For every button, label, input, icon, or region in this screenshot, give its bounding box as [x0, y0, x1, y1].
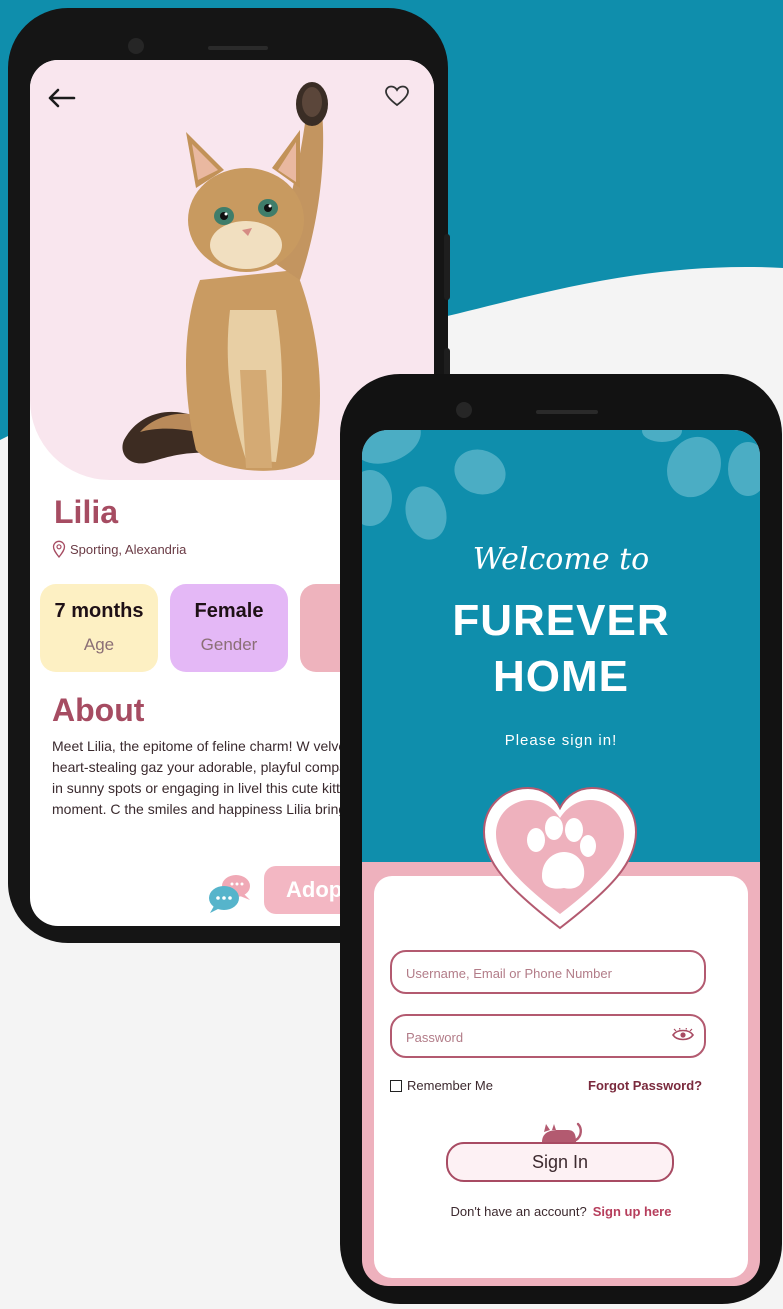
- about-heading: About: [52, 692, 145, 728]
- cat-icon: [542, 1122, 582, 1142]
- front-camera: [128, 38, 144, 54]
- speaker-grille: [536, 410, 598, 414]
- signin-screen: Welcome to FUREVER HOME Please sign in!: [362, 430, 760, 1286]
- brand-title-line2: HOME: [493, 652, 629, 701]
- front-camera: [456, 402, 472, 418]
- cat-photo: [122, 82, 328, 471]
- chat-bubbles-icon[interactable]: [206, 872, 254, 914]
- eye-icon[interactable]: [672, 1028, 694, 1042]
- pet-name: Lilia: [54, 494, 119, 530]
- location-text: Sporting, Alexandria: [70, 541, 187, 557]
- remember-checkbox[interactable]: [390, 1079, 402, 1092]
- location-pin-icon: [52, 540, 66, 558]
- welcome-text: Welcome to: [472, 542, 650, 577]
- sign-in-button[interactable]: Sign In: [446, 1142, 674, 1182]
- heart-outline-icon[interactable]: [384, 84, 410, 108]
- speaker-grille: [208, 46, 268, 50]
- stat-card-gender: Female Gender: [170, 584, 288, 672]
- age-value: 7 months: [54, 600, 144, 622]
- remember-label: Remember Me: [407, 1078, 493, 1093]
- paw-decoration: [362, 470, 392, 526]
- stat-card-age: 7 months Age: [40, 584, 158, 672]
- brand-title-line1: FUREVER: [452, 596, 670, 645]
- password-field: [390, 1014, 706, 1058]
- paw-decoration: [728, 442, 760, 496]
- gender-value: Female: [194, 600, 264, 622]
- volume-button: [444, 234, 450, 300]
- signin-phone: Welcome to FUREVER HOME Please sign in!: [340, 374, 782, 1304]
- paw-decoration: [362, 430, 428, 473]
- age-label: Age: [83, 635, 115, 654]
- username-field: [390, 950, 706, 994]
- remember-me[interactable]: Remember Me: [390, 1078, 493, 1093]
- paw-decoration: [399, 481, 453, 545]
- signin-subtitle: Please sign in!: [504, 732, 618, 749]
- pet-location: Sporting, Alexandria: [52, 540, 186, 558]
- heart-paw-icon: [482, 786, 638, 930]
- no-account-text: Don't have an account?: [450, 1204, 587, 1219]
- paw-decoration: [448, 442, 512, 502]
- paw-decoration: [642, 430, 682, 442]
- username-input[interactable]: [404, 952, 668, 994]
- forgot-password-link[interactable]: Forgot Password?: [588, 1078, 702, 1093]
- back-arrow-icon[interactable]: [44, 86, 78, 110]
- signup-prompt: Don't have an account? Sign up here: [362, 1204, 760, 1219]
- sign-up-link[interactable]: Sign up here: [593, 1204, 672, 1219]
- password-input[interactable]: [404, 1016, 668, 1058]
- gender-label: Gender: [200, 635, 258, 654]
